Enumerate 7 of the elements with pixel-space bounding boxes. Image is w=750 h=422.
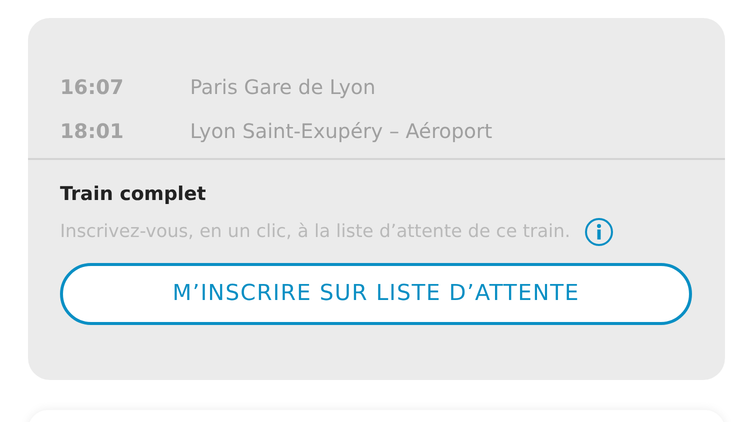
status-title: Train complet [59, 182, 207, 207]
departure-time: 18:01 [60, 118, 125, 145]
departure-time: 16:07 [60, 74, 125, 101]
station-name: Paris Gare de Lyon [190, 74, 376, 101]
station-name: Lyon Saint-Exupéry – Aéroport [190, 118, 492, 145]
waitlist-button[interactable]: M’INSCRIRE SUR LISTE D’ATTENTE [60, 262, 692, 324]
info-icon[interactable] [584, 216, 614, 246]
